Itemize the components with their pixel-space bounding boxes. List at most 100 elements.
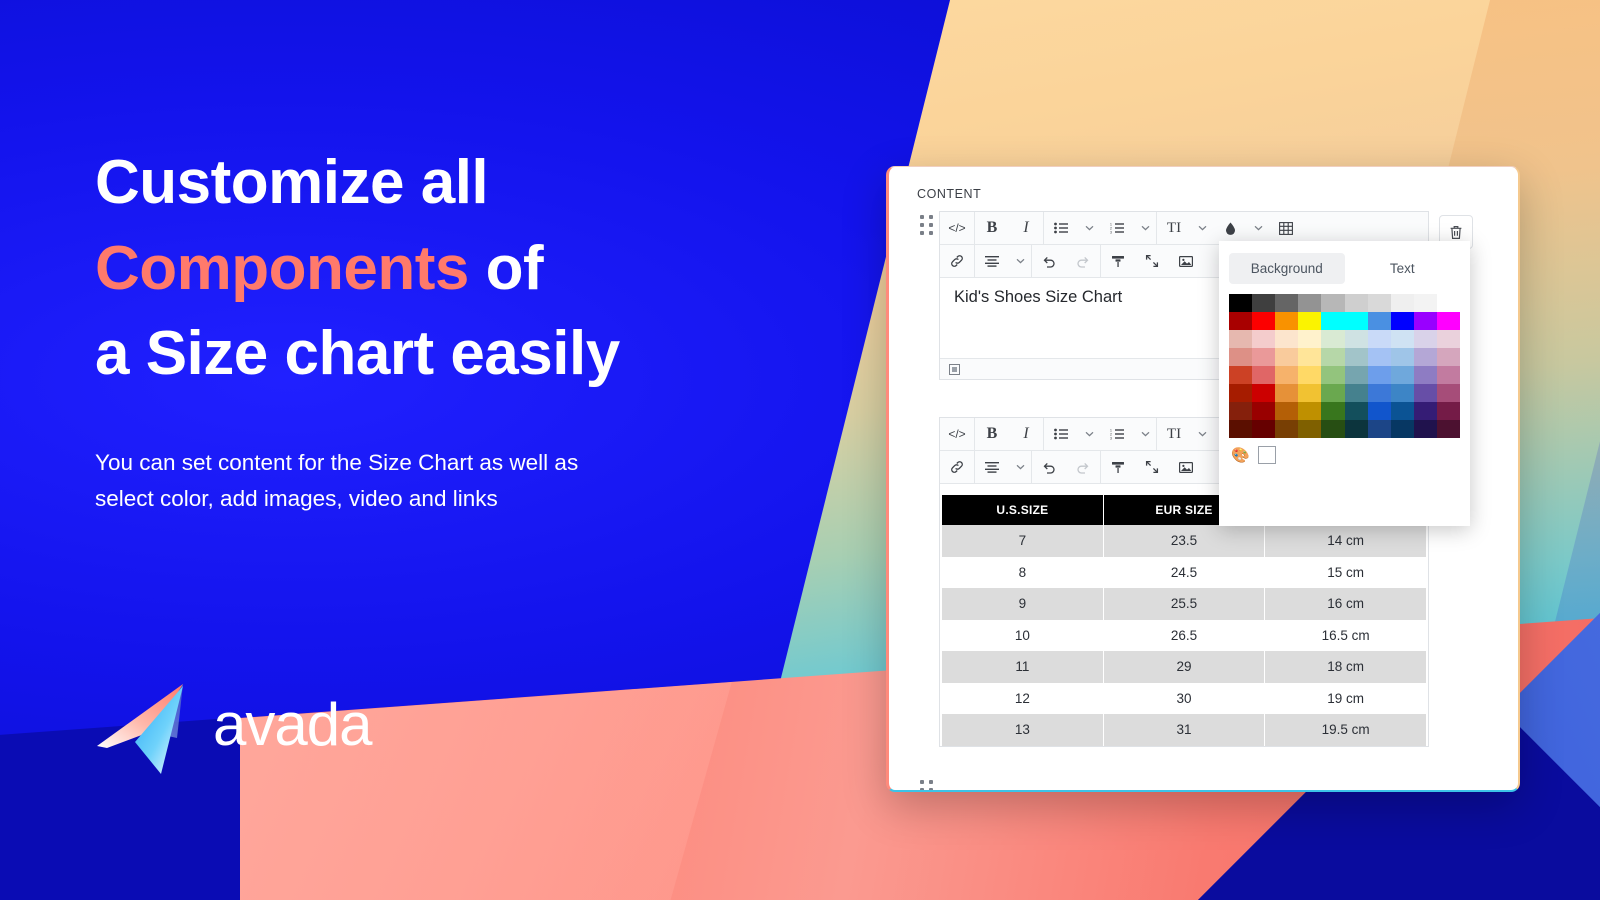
color-swatch[interactable] [1413, 312, 1437, 331]
redo-icon[interactable] [1066, 245, 1100, 277]
tab-background[interactable]: Background [1229, 253, 1345, 284]
color-swatch[interactable] [1275, 420, 1299, 439]
color-swatch[interactable] [1390, 402, 1414, 421]
color-swatch[interactable] [1436, 366, 1460, 385]
color-swatch[interactable] [1321, 384, 1345, 403]
color-swatch[interactable] [1390, 420, 1414, 439]
color-swatch[interactable] [1344, 384, 1368, 403]
image-icon[interactable] [1169, 245, 1203, 277]
color-swatch[interactable] [1298, 366, 1322, 385]
drag-handle-text-block[interactable] [913, 211, 939, 235]
color-swatch[interactable] [1252, 294, 1276, 312]
color-swatch[interactable] [1413, 348, 1437, 367]
bold-icon[interactable]: B [975, 212, 1009, 244]
italic-icon[interactable]: I [1009, 212, 1043, 244]
color-swatch[interactable] [1321, 294, 1345, 313]
color-swatch[interactable] [1229, 420, 1253, 439]
italic-icon[interactable]: I [1009, 418, 1043, 450]
color-swatch[interactable] [1229, 312, 1253, 331]
undo-icon[interactable] [1032, 451, 1066, 483]
color-swatch[interactable] [1367, 294, 1391, 312]
font-size-icon[interactable]: TI [1157, 418, 1191, 450]
color-swatch[interactable] [1252, 312, 1276, 331]
chevron-down-icon[interactable] [1247, 212, 1269, 244]
chevron-down-icon[interactable] [1009, 451, 1031, 483]
color-swatch[interactable] [1390, 312, 1414, 331]
numbered-list-icon[interactable]: 123 [1100, 212, 1134, 244]
color-swatch[interactable] [1344, 420, 1368, 439]
color-swatch[interactable] [1298, 384, 1322, 403]
color-swatch[interactable] [1436, 402, 1460, 421]
chevron-down-icon[interactable] [1134, 418, 1156, 450]
palette-icon[interactable]: 🎨 [1231, 448, 1250, 463]
fullscreen-icon[interactable] [1135, 245, 1169, 277]
fullscreen-icon[interactable] [1135, 451, 1169, 483]
color-swatch[interactable] [1413, 294, 1437, 312]
image-icon[interactable] [1169, 451, 1203, 483]
color-droplet-icon[interactable] [1213, 212, 1247, 244]
color-swatch[interactable] [1436, 420, 1460, 439]
chevron-down-icon[interactable] [1078, 418, 1100, 450]
color-swatch[interactable] [1252, 420, 1276, 439]
color-swatch[interactable] [1367, 330, 1391, 349]
color-swatch[interactable] [1367, 312, 1391, 331]
custom-color-swatch[interactable] [1257, 446, 1276, 465]
clear-format-icon[interactable] [1101, 451, 1135, 483]
color-swatch[interactable] [1298, 294, 1322, 312]
redo-icon[interactable] [1066, 451, 1100, 483]
color-swatch[interactable] [1436, 312, 1460, 331]
color-swatch[interactable] [1344, 294, 1368, 312]
color-swatch[interactable] [1321, 402, 1345, 421]
color-swatch[interactable] [1229, 294, 1253, 312]
color-swatch[interactable] [1252, 330, 1276, 349]
align-icon[interactable] [975, 451, 1009, 483]
color-swatch[interactable] [1413, 402, 1437, 421]
chevron-down-icon[interactable] [1191, 212, 1213, 244]
code-icon[interactable]: </> [940, 418, 974, 450]
color-swatch[interactable] [1275, 348, 1299, 367]
color-swatch[interactable] [1275, 384, 1299, 403]
chevron-down-icon[interactable] [1009, 245, 1031, 277]
chevron-down-icon[interactable] [1078, 212, 1100, 244]
color-swatch[interactable] [1252, 366, 1276, 385]
link-icon[interactable] [940, 245, 974, 277]
color-swatch[interactable] [1298, 312, 1322, 331]
color-swatch[interactable] [1367, 420, 1391, 439]
undo-icon[interactable] [1032, 245, 1066, 277]
color-swatch[interactable] [1413, 330, 1437, 349]
color-swatch[interactable] [1321, 348, 1345, 367]
tab-text[interactable]: Text [1345, 253, 1461, 284]
code-icon[interactable]: </> [940, 212, 974, 244]
color-swatch[interactable] [1413, 420, 1437, 439]
color-swatch[interactable] [1321, 366, 1345, 385]
color-swatch[interactable] [1436, 294, 1460, 313]
color-swatch[interactable] [1321, 330, 1345, 349]
color-swatch[interactable] [1275, 366, 1299, 385]
color-swatch[interactable] [1298, 330, 1322, 349]
color-swatch[interactable] [1275, 330, 1299, 349]
clear-format-icon[interactable] [1101, 245, 1135, 277]
color-swatch[interactable] [1344, 312, 1368, 331]
color-swatch[interactable] [1367, 402, 1391, 421]
color-swatch[interactable] [1229, 384, 1253, 403]
color-swatch[interactable] [1436, 330, 1460, 349]
color-swatch[interactable] [1275, 294, 1299, 313]
table-icon[interactable] [1269, 212, 1303, 244]
color-swatch[interactable] [1275, 312, 1299, 331]
bullet-list-icon[interactable] [1044, 212, 1078, 244]
color-swatch[interactable] [1252, 348, 1276, 367]
color-swatch[interactable] [1436, 384, 1460, 403]
align-icon[interactable] [975, 245, 1009, 277]
color-swatch[interactable] [1252, 384, 1276, 403]
drag-handle-table-block[interactable] [913, 460, 939, 790]
bold-icon[interactable]: B [975, 418, 1009, 450]
color-swatch[interactable] [1321, 420, 1345, 439]
color-swatch[interactable] [1298, 420, 1322, 439]
numbered-list-icon[interactable]: 123 [1100, 418, 1134, 450]
color-swatch[interactable] [1229, 402, 1253, 421]
color-swatch[interactable] [1275, 402, 1299, 421]
color-swatch[interactable] [1344, 330, 1368, 349]
color-swatch[interactable] [1252, 402, 1276, 421]
bullet-list-icon[interactable] [1044, 418, 1078, 450]
color-swatch[interactable] [1298, 348, 1322, 367]
